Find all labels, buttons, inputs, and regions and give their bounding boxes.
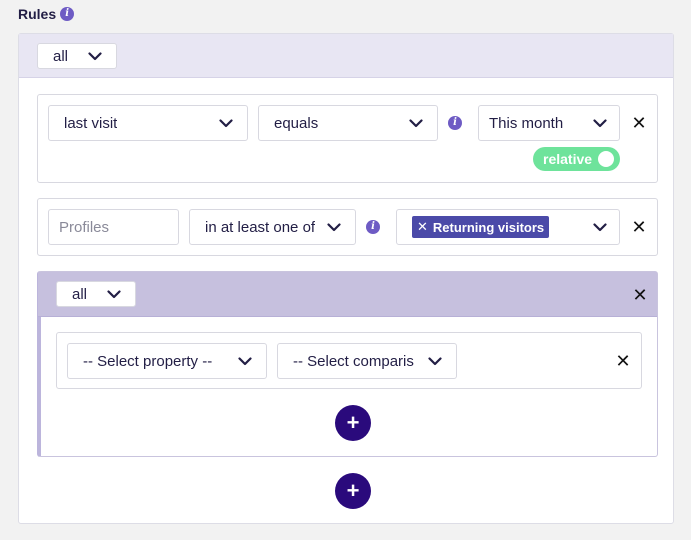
add-rule-button[interactable]: + [335,405,371,441]
remove-tag-icon[interactable]: ✕ [417,219,428,235]
chevron-down-icon [88,51,102,60]
profiles-input[interactable]: Profiles [48,209,179,245]
info-icon[interactable]: i [60,7,75,21]
close-icon: ✕ [631,113,647,133]
profiles-placeholder: Profiles [59,218,110,236]
info-icon[interactable]: i [448,116,462,130]
chevron-down-icon [428,356,442,365]
value-select[interactable]: This month [478,105,620,141]
remove-rule-button[interactable]: ✕ [631,113,647,133]
property-select[interactable]: last visit [48,105,248,141]
page-title: Rules [18,6,57,22]
root-group-header [19,34,673,78]
property-select[interactable]: -- Select property -- [67,343,267,379]
selected-tag: ✕ Returning visitors [412,216,550,238]
remove-group-button[interactable]: ✕ [632,285,648,305]
chevron-down-icon [238,356,252,365]
toggle-knob [598,151,615,167]
remove-rule-button[interactable]: ✕ [631,217,647,237]
close-icon: ✕ [615,351,631,371]
plus-icon: + [346,478,360,503]
toggle-label: relative [543,151,593,167]
close-icon: ✕ [632,285,648,305]
chevron-down-icon [107,289,121,298]
comparison-select[interactable]: -- Select comparis [277,343,457,379]
chevron-down-icon [593,118,607,127]
relative-toggle[interactable]: relative [533,147,620,171]
chevron-down-icon [327,222,341,231]
comparison-select[interactable]: in at least one of [189,209,356,245]
remove-rule-button[interactable]: ✕ [615,351,631,371]
chevron-down-icon [409,118,423,127]
root-match-select[interactable]: all [37,43,117,69]
close-icon: ✕ [631,217,647,237]
segments-multiselect[interactable]: ✕ Returning visitors [396,209,620,245]
plus-icon: + [346,410,360,435]
rules-title: Rules i [18,6,75,22]
info-icon[interactable]: i [366,220,380,234]
comparison-select[interactable]: equals [258,105,438,141]
add-rule-button[interactable]: + [335,473,371,509]
chevron-down-icon [593,222,607,231]
chevron-down-icon [219,118,233,127]
nested-match-select[interactable]: all [56,281,136,307]
